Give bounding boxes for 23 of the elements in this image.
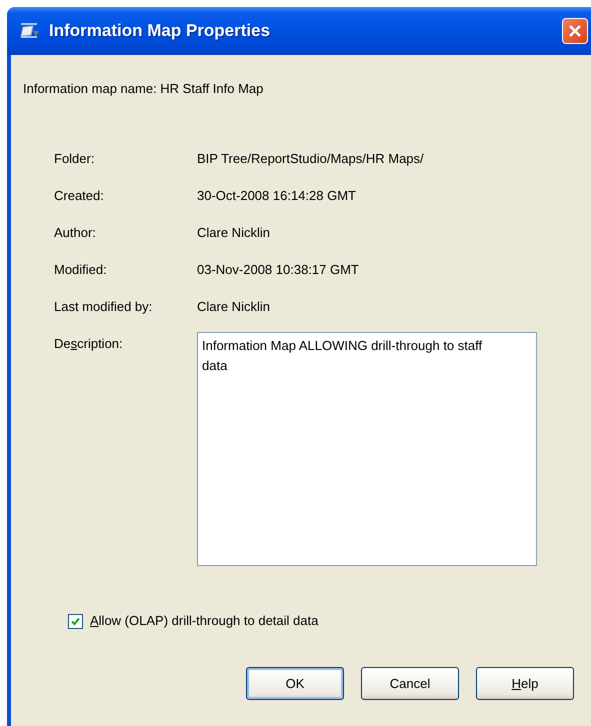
dialog-button[interactable]: Help (476, 667, 574, 700)
property-label: Folder: (54, 151, 96, 167)
close-icon (568, 24, 582, 38)
description-field[interactable]: Information Map ALLOWING drill-through to staff data (197, 332, 537, 566)
property-label: Modified: (54, 262, 108, 278)
checkbox[interactable] (68, 614, 83, 628)
window-title: Information Map Properties (49, 21, 272, 41)
property-label: Last modified by: (54, 299, 154, 315)
map-name-text: Information map name: HR Staff Info Map (23, 81, 264, 96)
property-value: 30-Oct-2008 16:14:28 GMT (197, 188, 357, 204)
dialog-button[interactable]: OK (246, 667, 344, 700)
property-value: Clare Nicklin (197, 225, 271, 241)
property-label: Author: (54, 225, 97, 241)
property-value: 03-Nov-2008 10:38:17 GMT (197, 262, 360, 278)
checkbox-label[interactable]: Allow (OLAP) drill-through to detail data (90, 613, 318, 629)
description-label: Description: (54, 336, 124, 353)
property-label: Created: (54, 188, 105, 204)
check-icon (71, 616, 80, 626)
property-value: BIP Tree/ReportStudio/Maps/HR Maps/ (197, 151, 425, 167)
dialog-button[interactable]: Cancel (361, 667, 459, 700)
property-value: Clare Nicklin (197, 299, 271, 315)
map-icon (19, 21, 41, 41)
close-button[interactable] (562, 18, 588, 44)
